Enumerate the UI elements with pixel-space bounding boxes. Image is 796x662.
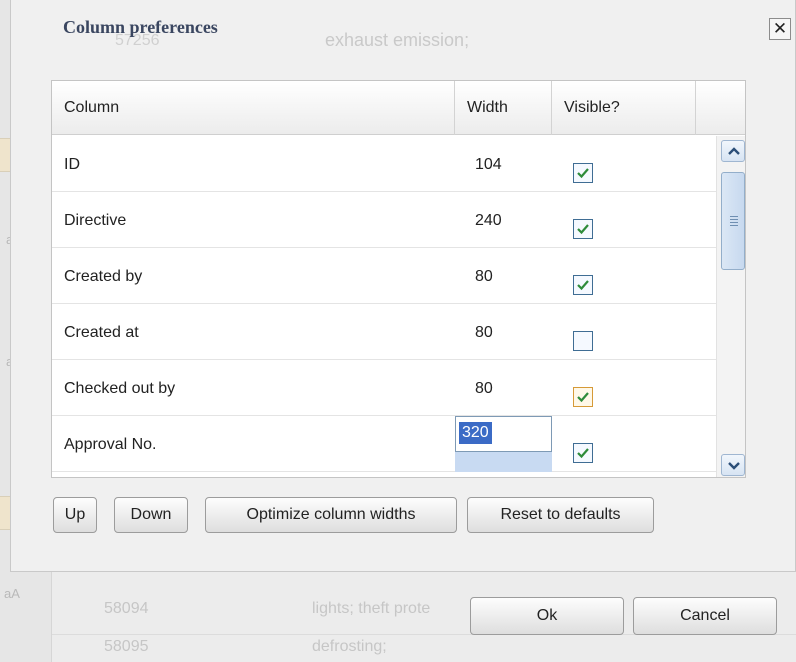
column-name-cell: Checked out by [64, 380, 176, 397]
table-row[interactable]: Directive 240 [52, 192, 716, 248]
grid-body: ID 104 Directive 240 Created by 80 Creat… [52, 136, 716, 477]
visible-checkbox[interactable] [573, 219, 593, 239]
cancel-button[interactable]: Cancel [633, 597, 777, 635]
column-width-cell[interactable]: 80 [475, 324, 493, 342]
column-width-cell[interactable]: 240 [475, 212, 502, 230]
edit-field-highlight [455, 452, 552, 472]
grip-line [730, 225, 738, 226]
column-width-cell[interactable]: 80 [475, 268, 493, 286]
column-name-cell: Created by [64, 268, 143, 285]
grid-scrollbar[interactable] [716, 136, 745, 477]
checkmark-icon [577, 280, 589, 291]
scroll-thumb[interactable] [721, 172, 745, 270]
checkmark-icon [577, 168, 589, 179]
table-row[interactable]: Created at 80 [52, 304, 716, 360]
dialog-title: Column preferences [63, 17, 218, 37]
background-row-id: 58094 [104, 600, 149, 617]
grip-line [730, 222, 738, 223]
column-name-cell: ID [64, 156, 80, 173]
column-header-width[interactable]: Width [455, 81, 552, 135]
width-edit-selection[interactable]: 320 [459, 422, 492, 444]
screen: a a aA 58094 lights; theft prote 58095 d… [0, 0, 796, 662]
visible-checkbox[interactable] [573, 443, 593, 463]
grip-line [730, 219, 738, 220]
scroll-up-button[interactable] [721, 140, 745, 162]
column-preferences-grid: Column Width Visible? ID 104 Directive 2… [51, 80, 746, 478]
visible-checkbox[interactable] [573, 163, 593, 183]
visible-checkbox[interactable] [573, 387, 593, 407]
grip-line [730, 216, 738, 217]
checkmark-icon [577, 448, 589, 459]
column-width-cell[interactable]: 104 [475, 156, 502, 174]
column-header-column[interactable]: Column [52, 81, 455, 135]
column-name-cell: Approval No. [64, 436, 157, 453]
ok-button[interactable]: Ok [470, 597, 624, 635]
table-row[interactable]: Created by 80 [52, 248, 716, 304]
checkmark-icon [577, 224, 589, 235]
background-row-text: lights; theft prote [312, 600, 431, 617]
column-name-cell: Created at [64, 324, 139, 341]
background-side-label: aA [4, 586, 20, 601]
chevron-down-icon [728, 462, 740, 470]
checkmark-icon [577, 392, 589, 403]
up-button[interactable]: Up [53, 497, 97, 533]
reset-to-defaults-button[interactable]: Reset to defaults [467, 497, 654, 533]
background-row-text: defrosting; [312, 638, 387, 655]
column-name-cell: Directive [64, 212, 127, 229]
down-button[interactable]: Down [114, 497, 188, 533]
table-row[interactable]: Approval No. 320 [52, 416, 716, 472]
column-width-cell[interactable]: 80 [475, 380, 493, 398]
column-header-visible[interactable]: Visible? [552, 81, 696, 135]
background-ghost-text: exhaust emission; [325, 30, 470, 50]
close-icon: ✕ [772, 19, 788, 38]
column-preferences-dialog: 57256 exhaust emission; Column preferenc… [10, 0, 796, 572]
visible-checkbox[interactable] [573, 275, 593, 295]
grid-header: Column Width Visible? [52, 81, 745, 135]
chevron-up-icon [728, 147, 740, 155]
background-row-id: 58095 [104, 638, 149, 655]
close-button[interactable]: ✕ [769, 18, 791, 40]
optimize-column-widths-button[interactable]: Optimize column widths [205, 497, 457, 533]
table-row[interactable]: Checked out by 80 [52, 360, 716, 416]
table-row[interactable]: ID 104 [52, 136, 716, 192]
visible-checkbox[interactable] [573, 331, 593, 351]
scroll-down-button[interactable] [721, 454, 745, 476]
width-edit-field[interactable]: 320 [455, 416, 552, 452]
